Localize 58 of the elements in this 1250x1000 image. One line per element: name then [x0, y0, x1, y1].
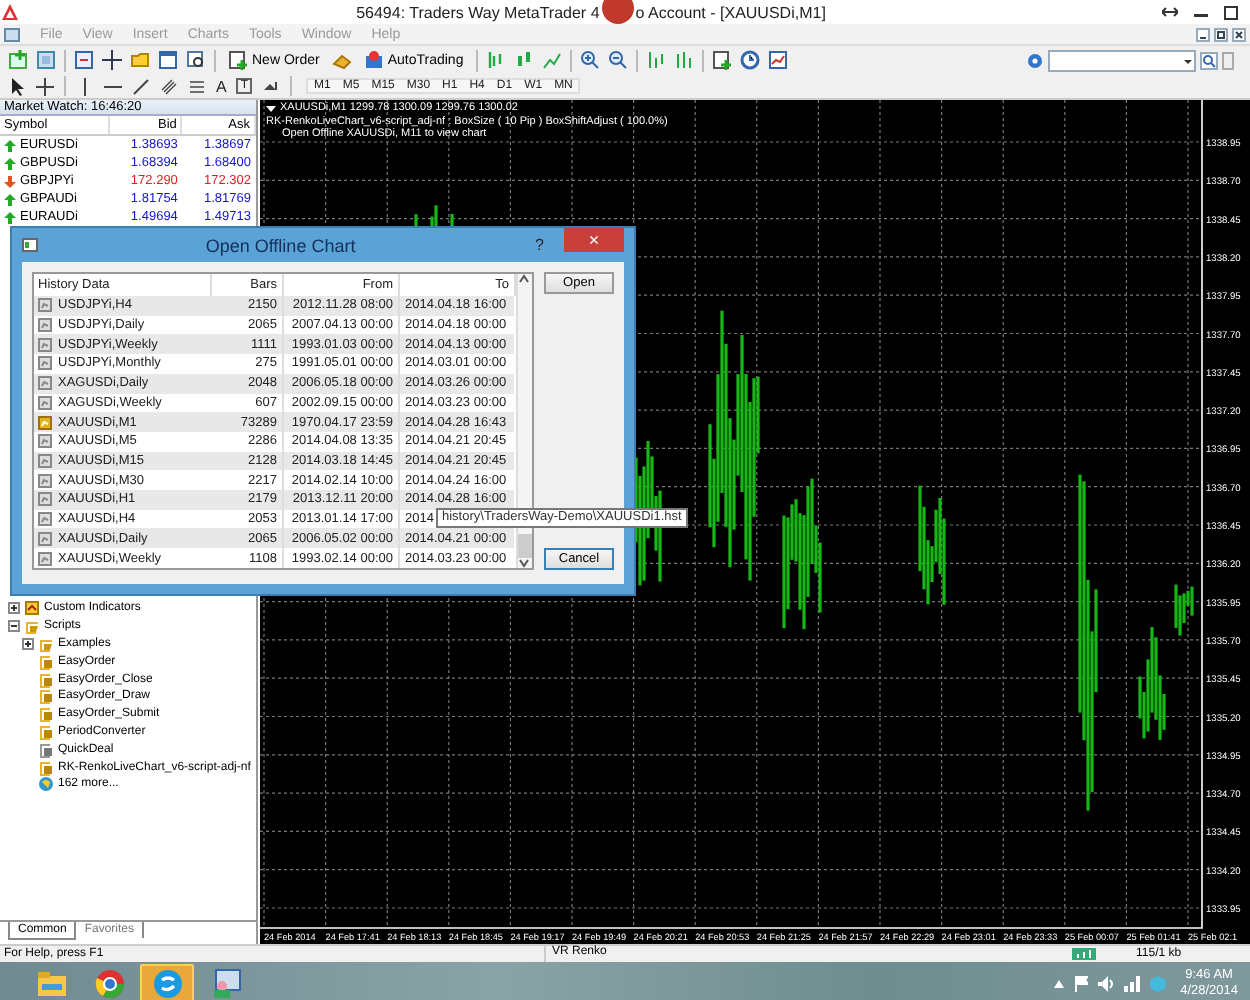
- dialog-icon: [22, 238, 38, 252]
- crosshair-icon[interactable]: [102, 50, 122, 70]
- close-button[interactable]: ×: [564, 228, 624, 252]
- search-field[interactable]: [1048, 49, 1196, 71]
- order-icon: [228, 50, 248, 70]
- dialog-title: Open Offline Chart: [203, 235, 358, 255]
- chat-app-icon: [151, 968, 183, 1000]
- flag-icon[interactable]: [1074, 976, 1089, 992]
- indicator-icon: [24, 600, 40, 617]
- browser-icon: [93, 968, 125, 1000]
- help-button[interactable]: ?: [523, 236, 556, 254]
- menu-window-icon: [4, 27, 20, 41]
- fibonacci-icon[interactable]: [188, 77, 206, 95]
- indicator-add-icon[interactable]: [711, 50, 732, 70]
- globe-icon: [38, 776, 54, 793]
- trendline-icon[interactable]: [132, 77, 150, 95]
- chart-shift-icon[interactable]: [645, 50, 666, 70]
- cursor-icon[interactable]: [8, 77, 26, 95]
- folder-icon: [35, 968, 67, 1000]
- network-icon[interactable]: [1124, 976, 1141, 992]
- arrows-icon[interactable]: [262, 77, 281, 95]
- scroll-thumb[interactable]: [517, 534, 532, 558]
- taskbar-app-button[interactable]: [140, 963, 194, 1000]
- candles-icon[interactable]: [513, 50, 534, 70]
- window-icon[interactable]: [158, 50, 178, 70]
- profiles-icon[interactable]: [36, 50, 56, 70]
- connection-bars-icon: [1072, 948, 1096, 960]
- channel-icon[interactable]: [160, 77, 178, 95]
- market-watch-icon[interactable]: [74, 50, 94, 70]
- resize-icon: [1162, 6, 1178, 18]
- tray-expand-icon[interactable]: [1054, 980, 1065, 988]
- scroll-up-icon[interactable]: [518, 274, 531, 284]
- bar-chart-icon[interactable]: [485, 50, 506, 70]
- users-window-icon: [209, 968, 241, 1000]
- speaker-icon[interactable]: [1098, 976, 1115, 992]
- window-title: o Account - [XAUUSDi,M1]: [635, 3, 826, 21]
- maximize-icon[interactable]: [1224, 5, 1238, 19]
- crosshair-icon[interactable]: [36, 77, 54, 95]
- expand-icon[interactable]: [22, 637, 34, 650]
- magnifier-chart-icon[interactable]: [186, 50, 206, 70]
- settings-icon[interactable]: [1026, 51, 1044, 69]
- text-tool[interactable]: A: [216, 77, 227, 95]
- child-minimize-icon[interactable]: [1196, 27, 1210, 41]
- zoom-out-icon[interactable]: [607, 50, 628, 70]
- autoscroll-icon[interactable]: [673, 50, 694, 70]
- child-close-icon[interactable]: [1232, 27, 1246, 41]
- search-icon[interactable]: [1200, 51, 1218, 69]
- child-restore-icon[interactable]: [1214, 27, 1228, 41]
- window-title: 56494: Traders Way MetaTrader 4: [356, 3, 600, 21]
- new-chart-icon[interactable]: [8, 50, 28, 70]
- expand-icon[interactable]: [8, 602, 20, 615]
- templates-icon[interactable]: [767, 50, 788, 70]
- zoom-in-icon[interactable]: [579, 50, 600, 70]
- folder-icon[interactable]: [130, 50, 150, 70]
- clock-icon[interactable]: [739, 50, 760, 70]
- line-chart-icon[interactable]: [541, 50, 562, 70]
- collapse-icon[interactable]: [8, 620, 20, 633]
- scroll-down-icon[interactable]: [518, 558, 531, 568]
